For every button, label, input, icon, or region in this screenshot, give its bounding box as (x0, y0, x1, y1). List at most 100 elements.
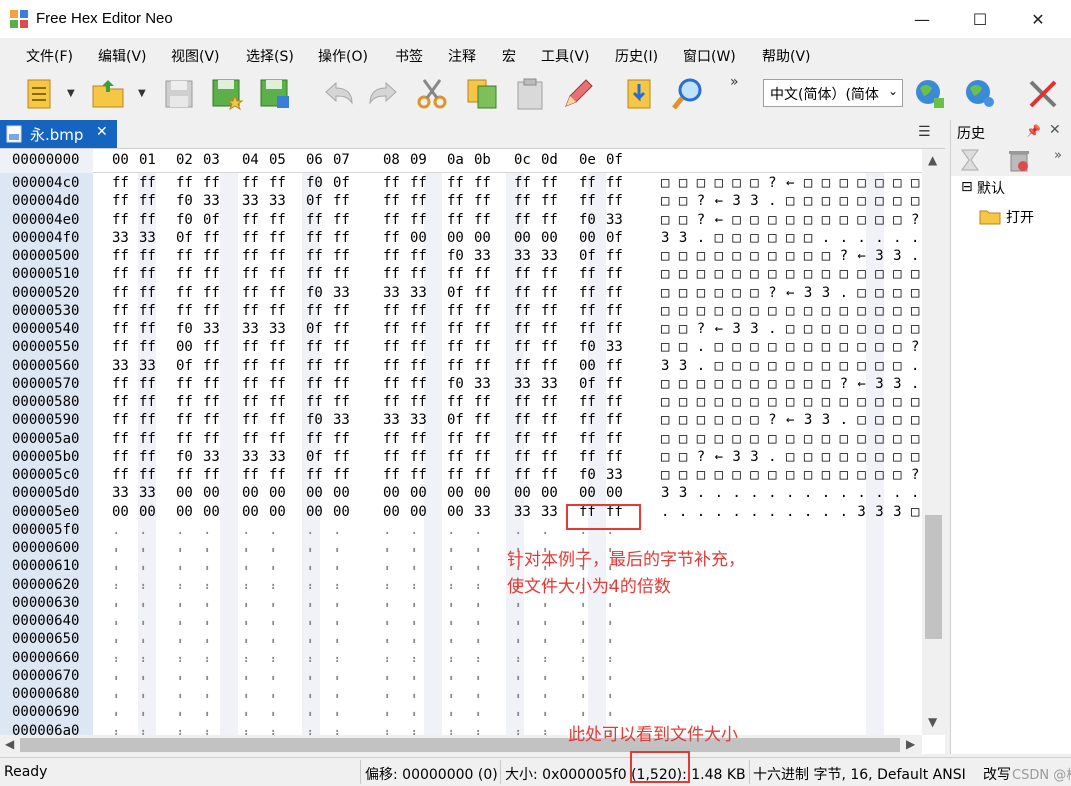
hex-byte[interactable]: 00 (333, 504, 353, 520)
open-dropdown-icon[interactable]: ▼ (138, 88, 146, 99)
hex-byte[interactable]: ff (112, 321, 132, 337)
hex-byte[interactable]: 33 (242, 193, 262, 209)
hex-byte[interactable]: . . (474, 723, 494, 736)
hex-byte[interactable]: ff (474, 285, 494, 301)
hex-byte[interactable]: ff (606, 449, 626, 465)
ascii-text[interactable]: □ □ . □ □ □ □ □ □ □ □ □ □ □ ? ← (661, 339, 922, 355)
hex-byte[interactable]: ff (541, 266, 561, 282)
ascii-text[interactable]: □ □ □ □ □ □ □ □ □ □ □ □ □ □ □ □ (661, 431, 922, 447)
ascii-text[interactable]: 3 3 . . . . . . . . . . . . . . (661, 485, 922, 501)
hex-byte[interactable]: 00 (306, 485, 326, 501)
hex-byte[interactable]: ff (242, 467, 262, 483)
hex-byte[interactable]: ff (112, 175, 132, 191)
hex-byte[interactable]: ff (139, 285, 159, 301)
hex-byte[interactable]: ff (333, 358, 353, 374)
hex-byte[interactable]: ff (474, 431, 494, 447)
hex-byte[interactable]: . . (176, 723, 196, 736)
hex-byte[interactable]: ff (447, 193, 467, 209)
hex-byte[interactable]: ff (541, 175, 561, 191)
hex-byte[interactable]: ff (514, 193, 534, 209)
hex-row[interactable]: 00000540 ff ff f0 33 33 33 0f ff ff ff ff ff ff ff ff ff… (0, 321, 922, 339)
hex-byte[interactable]: ff (203, 339, 223, 355)
hex-byte[interactable]: ff (139, 412, 159, 428)
hex-rows[interactable]: 000004c0 ff ff ff ff ff ff f0 0f ff ff ff ff ff ff ff ff… (0, 173, 922, 735)
hex-byte[interactable]: ff (333, 467, 353, 483)
hex-byte[interactable]: ff (606, 376, 626, 392)
hex-byte[interactable]: ff (383, 321, 403, 337)
hex-byte[interactable]: . . (383, 723, 403, 736)
hex-byte[interactable]: 00 (333, 485, 353, 501)
paste-icon[interactable] (512, 76, 548, 112)
hex-byte[interactable]: . . (447, 723, 467, 736)
hex-byte[interactable]: ff (514, 321, 534, 337)
hex-byte[interactable]: 00 (514, 485, 534, 501)
hex-byte[interactable]: ff (203, 175, 223, 191)
hex-byte[interactable]: 0f (606, 230, 626, 246)
hex-byte[interactable]: f0 (176, 212, 196, 228)
hex-byte[interactable]: ff (176, 412, 196, 428)
hex-byte[interactable]: . . (541, 723, 561, 736)
hex-byte[interactable]: ff (176, 248, 196, 264)
hex-row[interactable]: 000005d0 33 33 00 00 00 00 00 00 00 00 00 00 00 00 00 00… (0, 485, 922, 503)
hex-byte[interactable]: ff (203, 394, 223, 410)
hex-byte[interactable]: ff (176, 303, 196, 319)
hex-byte[interactable]: ff (606, 412, 626, 428)
scroll-right-icon[interactable]: ▶ (906, 737, 915, 751)
hex-byte[interactable]: f0 (306, 175, 326, 191)
hex-row[interactable]: 000004e0 ff ff f0 0f ff ff ff ff ff ff ff ff ff ff f0 33… (0, 212, 922, 230)
ascii-text[interactable]: □ □ □ □ □ □ □ □ □ □ □ □ □ □ □ □ (661, 303, 922, 319)
history-more-icon[interactable]: » (1054, 148, 1062, 163)
hex-byte[interactable]: 33 (203, 321, 223, 337)
hex-editor[interactable]: 00000000 00 01 02 03 04 05 06 07 08 09 0a 0b 0c 0d 0e 0… (0, 148, 945, 755)
hex-byte[interactable]: ff (333, 376, 353, 392)
hex-byte[interactable]: ff (306, 358, 326, 374)
hex-byte[interactable]: ff (112, 303, 132, 319)
import-icon[interactable] (622, 76, 658, 112)
hex-byte[interactable]: . . (203, 723, 223, 736)
hex-byte[interactable]: ff (447, 449, 467, 465)
hex-byte[interactable]: ff (514, 339, 534, 355)
hex-byte[interactable]: . . (306, 723, 326, 736)
save-all-icon[interactable] (257, 76, 293, 112)
hex-byte[interactable]: ff (383, 358, 403, 374)
hex-byte[interactable]: ff (242, 339, 262, 355)
hex-byte[interactable]: f0 (306, 412, 326, 428)
hex-row[interactable]: 000005b0 ff ff f0 33 33 33 0f ff ff ff ff ff ff ff ff ff… (0, 449, 922, 467)
hex-byte[interactable]: ff (269, 248, 289, 264)
hex-byte[interactable]: . . (333, 723, 353, 736)
hex-byte[interactable]: ff (333, 394, 353, 410)
redo-icon[interactable] (366, 76, 402, 112)
save-icon[interactable] (161, 76, 197, 112)
hex-byte[interactable]: 00 (269, 485, 289, 501)
undo-icon[interactable] (320, 76, 356, 112)
hex-row[interactable]: 00000510 ff ff ff ff ff ff ff ff ff ff ff ff ff ff ff ff… (0, 266, 922, 284)
tree-root-icon[interactable]: ⊟ (961, 179, 973, 195)
hex-byte[interactable]: ff (447, 358, 467, 374)
hex-byte[interactable]: ff (474, 449, 494, 465)
hex-byte[interactable]: ff (203, 431, 223, 447)
hex-row[interactable]: 00000690 . . . . . . . . . . . . . . . . . . . . . … (0, 704, 922, 735)
hex-byte[interactable]: ff (139, 248, 159, 264)
hex-byte[interactable]: 00 (579, 230, 599, 246)
ascii-text[interactable]: □ □ □ □ □ □ ? ← 3 3 . □ □ □ □ □ (661, 412, 922, 428)
hex-byte[interactable]: ff (306, 431, 326, 447)
hex-byte[interactable]: ff (269, 230, 289, 246)
hex-byte[interactable]: ff (242, 212, 262, 228)
hex-byte[interactable]: ff (410, 303, 430, 319)
hex-byte[interactable]: ff (112, 266, 132, 282)
tab-close-icon[interactable]: ✕ (96, 124, 108, 140)
tab-document[interactable]: 永.bmp ✕ (0, 120, 117, 148)
hex-row[interactable]: 00000620. .. .. .. .. .. .. .. .. .. .. … (0, 577, 922, 609)
menu-window[interactable]: 窗口(W) (683, 46, 736, 66)
hex-byte[interactable]: ff (514, 412, 534, 428)
hex-row[interactable]: 00000630. .. .. .. .. .. .. .. .. .. .. … (0, 595, 922, 627)
hex-byte[interactable]: ff (410, 358, 430, 374)
hex-byte[interactable]: ff (541, 467, 561, 483)
hex-byte[interactable]: 33 (269, 321, 289, 337)
hex-byte[interactable]: ff (579, 321, 599, 337)
hex-byte[interactable]: ff (474, 212, 494, 228)
hex-byte[interactable]: f0 (176, 321, 196, 337)
ascii-text[interactable]: 3 3 . □ □ □ □ □ □ . . . . . . . (661, 230, 922, 246)
scroll-up-icon[interactable]: ▲ (928, 153, 937, 167)
hex-byte[interactable]: 00 (383, 504, 403, 520)
